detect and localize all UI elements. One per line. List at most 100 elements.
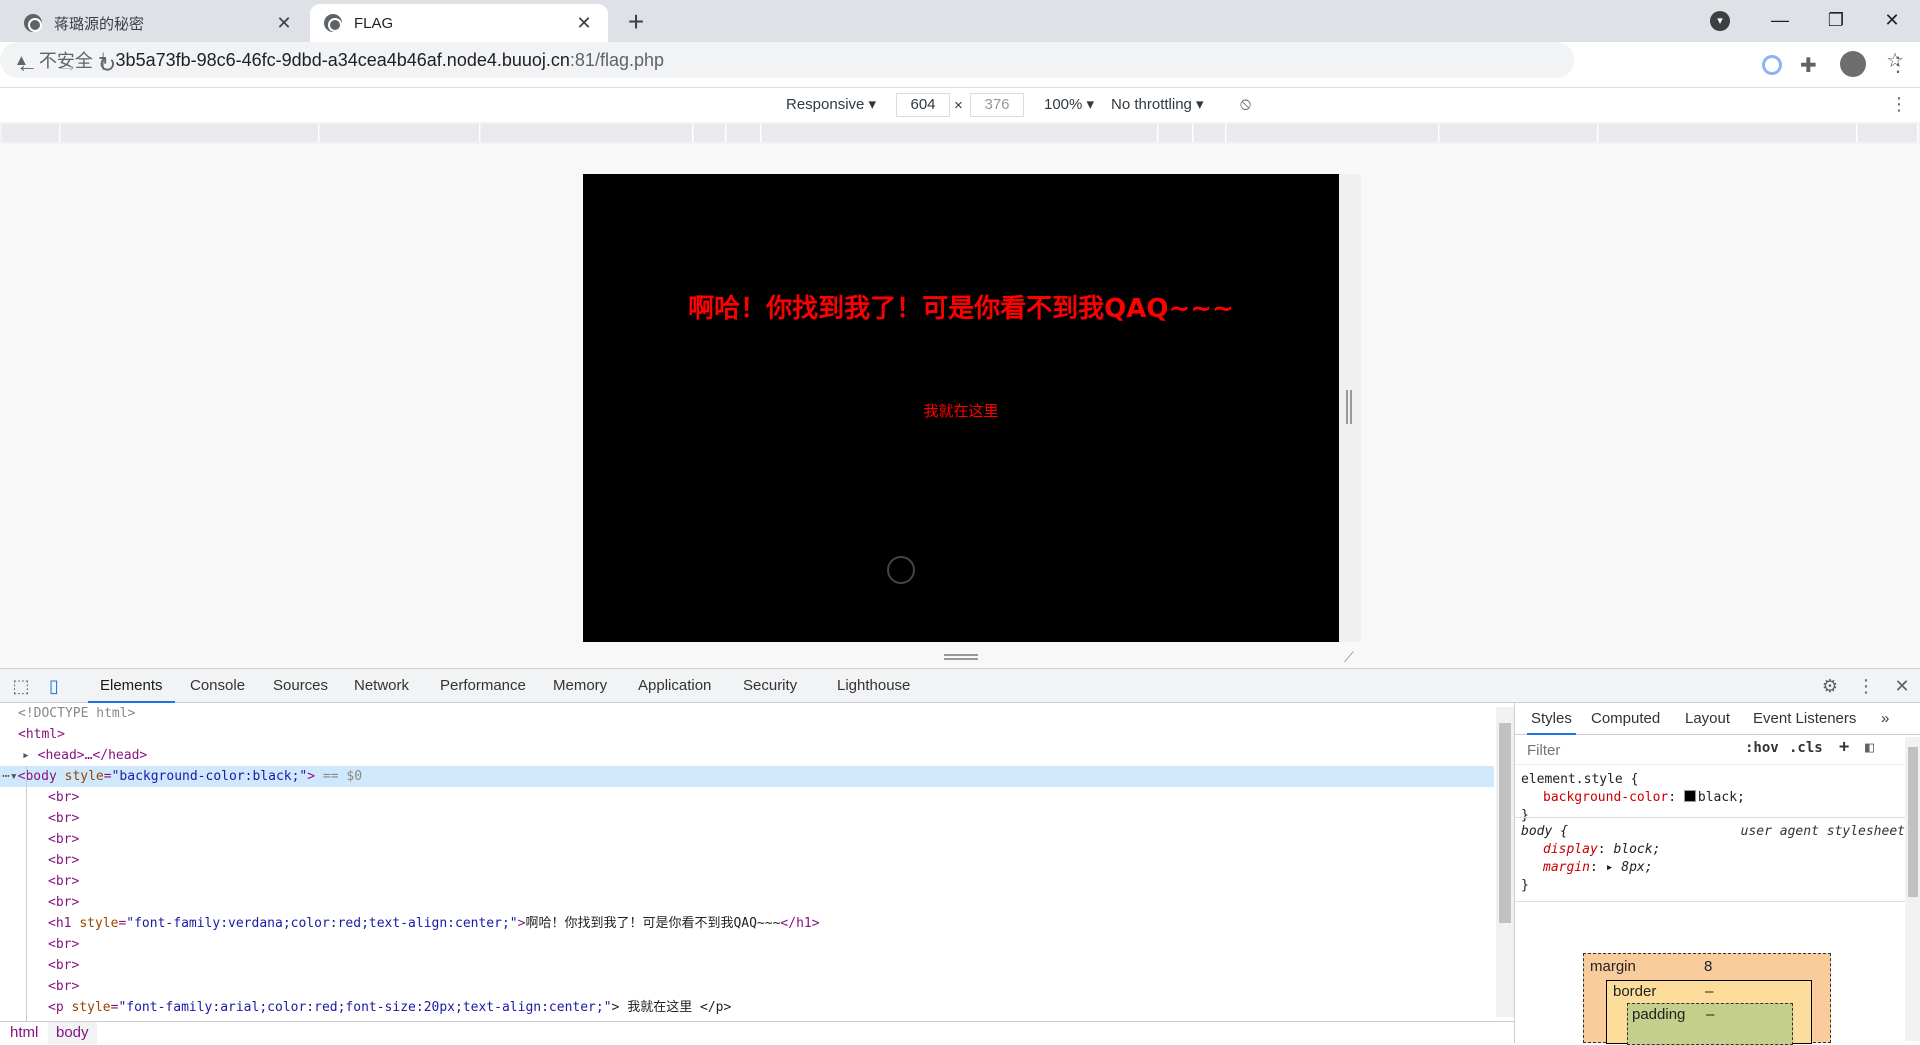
expand-triangle-icon[interactable]: ▸ bbox=[22, 748, 38, 763]
css-value[interactable]: block; bbox=[1613, 842, 1660, 857]
new-tab-button[interactable]: + bbox=[620, 6, 652, 38]
device-select[interactable]: Responsive ▾ bbox=[786, 95, 876, 113]
cls-button[interactable]: .cls bbox=[1789, 740, 1823, 756]
tab-styles[interactable]: Styles bbox=[1527, 703, 1576, 735]
more-tabs-icon[interactable]: » bbox=[1881, 703, 1889, 735]
inspect-element-icon[interactable]: ⬚ bbox=[11, 676, 31, 696]
styles-filter-input[interactable] bbox=[1521, 739, 1735, 761]
resize-corner-icon[interactable]: ⟋ bbox=[1344, 650, 1358, 664]
node-actions-icon[interactable]: ⋯▾ bbox=[2, 769, 18, 784]
tab-network[interactable]: Network bbox=[354, 669, 409, 703]
dom-node-br[interactable]: <br> bbox=[0, 955, 1494, 976]
tab-security[interactable]: Security bbox=[743, 669, 797, 703]
dom-node-br[interactable]: <br> bbox=[0, 976, 1494, 997]
tab-console[interactable]: Console bbox=[190, 669, 245, 703]
color-swatch[interactable] bbox=[1683, 790, 1696, 802]
extension-circle-icon[interactable] bbox=[1762, 55, 1782, 75]
br-tag: <br> bbox=[48, 937, 80, 952]
border-value[interactable]: – bbox=[1705, 983, 1713, 1000]
close-window-button[interactable]: ✕ bbox=[1864, 0, 1920, 40]
br-tag: <br> bbox=[48, 853, 80, 868]
forward-button[interactable]: → bbox=[52, 50, 82, 80]
extensions-puzzle-icon[interactable]: ✚ bbox=[1800, 53, 1817, 78]
css-value[interactable]: ▸ 8px; bbox=[1606, 860, 1653, 875]
dom-node-br[interactable]: <br> bbox=[0, 808, 1494, 829]
dom-node-br[interactable]: <br> bbox=[0, 787, 1494, 808]
dom-node-doctype[interactable]: <!DOCTYPE html> bbox=[0, 703, 1494, 724]
address-bar[interactable]: ▲ 不安全 | 3b5a73fb-98c6-46fc-9dbd-a34cea4b… bbox=[0, 42, 1904, 78]
dom-node-h1[interactable]: <h1 style="font-family:verdana;color:red… bbox=[0, 913, 1494, 934]
css-prop[interactable]: background-color bbox=[1543, 790, 1668, 805]
viewport-height-input[interactable]: 376 bbox=[970, 93, 1024, 117]
breadcrumb-body[interactable]: body bbox=[48, 1022, 97, 1044]
toggle-sidebar-icon[interactable]: ◧ bbox=[1865, 738, 1874, 756]
device-toggle-icon[interactable]: ▯ bbox=[44, 676, 64, 696]
back-button[interactable]: ← bbox=[12, 50, 42, 80]
dom-scrollbar[interactable] bbox=[1496, 707, 1514, 1017]
tab-performance[interactable]: Performance bbox=[440, 669, 526, 703]
attr-name: style bbox=[79, 916, 119, 931]
dom-node-br[interactable]: <br> bbox=[0, 829, 1494, 850]
browser-menu-icon[interactable]: ⋮ bbox=[1888, 52, 1908, 77]
dom-node-br[interactable]: <br> bbox=[0, 850, 1494, 871]
globe-icon bbox=[24, 14, 42, 32]
tab-event-listeners[interactable]: Event Listeners bbox=[1753, 703, 1856, 735]
restore-button[interactable]: ❐ bbox=[1808, 0, 1864, 40]
br-tag: <br> bbox=[48, 895, 80, 910]
dom-node-body[interactable]: ⋯▾<body style="background-color:black;">… bbox=[0, 766, 1494, 787]
tab-secret[interactable]: 蒋璐源的秘密 ✕ bbox=[10, 4, 308, 42]
tab-sources[interactable]: Sources bbox=[273, 669, 328, 703]
zoom-select[interactable]: 100% ▾ bbox=[1044, 95, 1094, 113]
resize-handle-bottom[interactable] bbox=[944, 654, 978, 660]
padding-label: padding bbox=[1632, 1006, 1686, 1023]
styles-scrollbar[interactable] bbox=[1905, 737, 1920, 1041]
dom-node-br[interactable]: <br> bbox=[0, 892, 1494, 913]
devtools-menu-icon[interactable]: ⋮ bbox=[1856, 676, 1876, 696]
resize-handle-right[interactable] bbox=[1346, 390, 1352, 424]
css-value[interactable]: black; bbox=[1698, 790, 1745, 805]
close-tab-icon[interactable]: ✕ bbox=[574, 13, 594, 34]
tab-elements[interactable]: Elements bbox=[88, 669, 175, 703]
close-devtools-icon[interactable]: ✕ bbox=[1892, 676, 1912, 696]
box-model-border[interactable]: border – padding – bbox=[1606, 980, 1812, 1045]
rotate-icon[interactable]: ⦸ bbox=[1240, 94, 1251, 114]
dom-node-p[interactable]: <p style="font-family:arial;color:red;fo… bbox=[0, 997, 1494, 1018]
reload-button[interactable]: ↻ bbox=[92, 50, 122, 80]
dom-node-br[interactable]: <br> bbox=[0, 934, 1494, 955]
dom-node-br[interactable]: <br> bbox=[0, 871, 1494, 892]
box-model-padding[interactable]: padding – bbox=[1627, 1003, 1793, 1045]
dom-node-html[interactable]: <html> bbox=[0, 724, 1494, 745]
media-query-ruler[interactable] bbox=[0, 122, 1920, 144]
hov-button[interactable]: :hov bbox=[1745, 740, 1779, 756]
dom-tree[interactable]: <!DOCTYPE html> <html> ▸ <head>…</head> … bbox=[0, 703, 1494, 1021]
body-ua-rule[interactable]: body {user agent stylesheet display: blo… bbox=[1515, 823, 1905, 895]
viewport-width-input[interactable]: 604 bbox=[896, 93, 950, 117]
device-menu-icon[interactable]: ⋮ bbox=[1890, 94, 1908, 115]
new-rule-button[interactable]: + bbox=[1839, 737, 1849, 757]
tab-lighthouse[interactable]: Lighthouse bbox=[837, 669, 910, 703]
profile-avatar[interactable] bbox=[1840, 51, 1866, 77]
dom-node-head[interactable]: ▸ <head>…</head> bbox=[0, 745, 1494, 766]
emulated-page[interactable]: 啊哈！你找到我了！可是你看不到我QAQ~~~ 我就在这里 bbox=[583, 174, 1339, 642]
styles-sidebar: Styles Computed Layout Event Listeners »… bbox=[1514, 703, 1920, 1045]
breadcrumb-html[interactable]: html bbox=[2, 1022, 46, 1044]
padding-value[interactable]: – bbox=[1706, 1006, 1714, 1023]
settings-gear-icon[interactable]: ⚙ bbox=[1820, 676, 1840, 696]
tab-computed[interactable]: Computed bbox=[1591, 703, 1660, 735]
margin-value[interactable]: 8 bbox=[1704, 958, 1712, 975]
tab-flag[interactable]: FLAG ✕ bbox=[310, 4, 608, 42]
h1-close-tag: </h1> bbox=[780, 916, 820, 931]
minimize-button[interactable]: — bbox=[1752, 0, 1808, 40]
devtools-panel: ⬚ ▯ Elements Console Sources Network Per… bbox=[0, 668, 1920, 1045]
css-prop[interactable]: display bbox=[1543, 842, 1598, 857]
box-model-margin[interactable]: margin 8 border – padding – bbox=[1583, 953, 1831, 1045]
tab-layout[interactable]: Layout bbox=[1685, 703, 1730, 735]
throttling-select[interactable]: No throttling ▾ bbox=[1111, 95, 1204, 113]
tab-search-icon[interactable]: ▾ bbox=[1710, 11, 1730, 31]
br-tag: <br> bbox=[48, 832, 80, 847]
tab-memory[interactable]: Memory bbox=[553, 669, 607, 703]
attr-name: style bbox=[64, 769, 104, 784]
css-prop[interactable]: margin bbox=[1543, 860, 1590, 875]
tab-application[interactable]: Application bbox=[638, 669, 711, 703]
close-tab-icon[interactable]: ✕ bbox=[274, 13, 294, 34]
